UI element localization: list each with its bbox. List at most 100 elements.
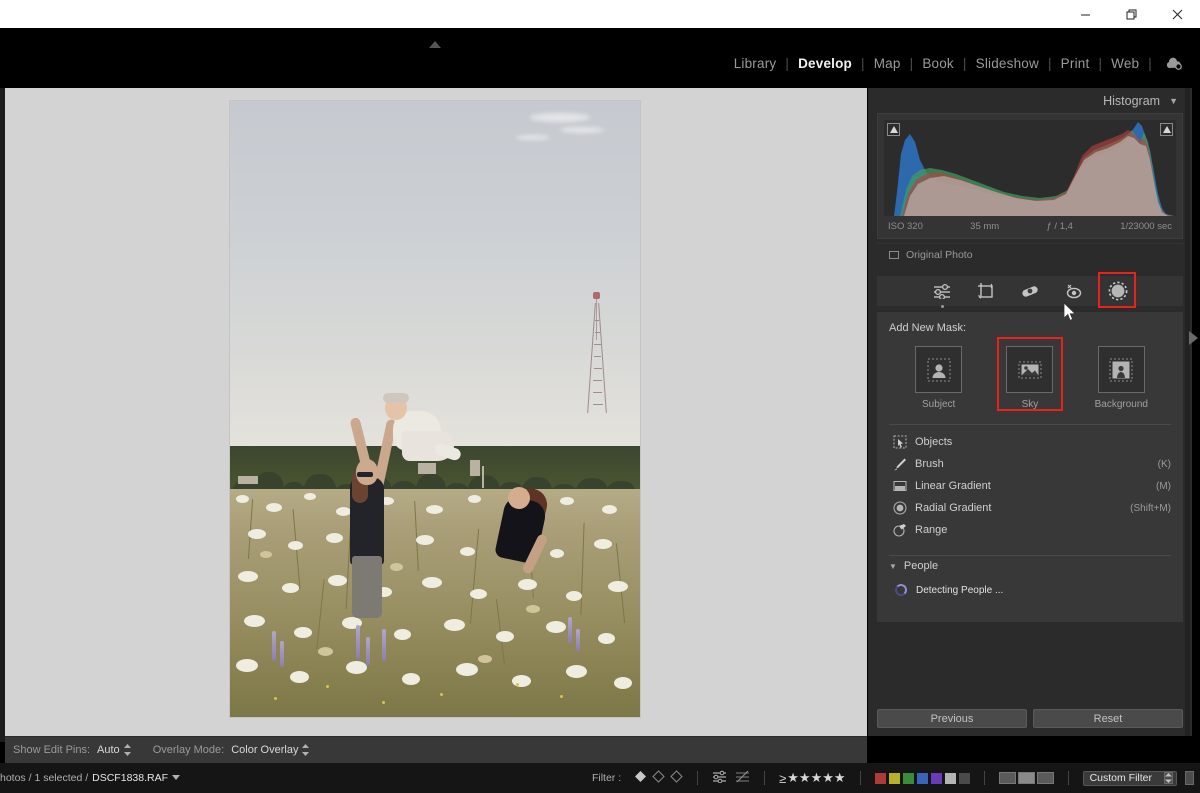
mask-preset-subject[interactable]: Subject bbox=[902, 346, 976, 410]
masking-tool-highlight-box bbox=[1098, 272, 1136, 308]
overlay-mode-value[interactable]: Color Overlay bbox=[231, 744, 298, 756]
masking-circle-icon[interactable] bbox=[1098, 272, 1136, 308]
loupe-view-icon[interactable] bbox=[1017, 772, 1035, 784]
flag-picked-icon[interactable] bbox=[634, 770, 647, 786]
module-item-slideshow[interactable]: Slideshow bbox=[967, 56, 1048, 71]
restore-icon[interactable] bbox=[1108, 0, 1154, 28]
mask-preset-row: Subject Sky Background bbox=[889, 337, 1171, 414]
mask-divider bbox=[889, 424, 1171, 425]
top-panel-collapse-icon[interactable] bbox=[429, 36, 441, 48]
flag-unflagged-icon[interactable] bbox=[652, 770, 665, 786]
reset-button[interactable]: Reset bbox=[1033, 709, 1183, 728]
radio-tower bbox=[585, 292, 609, 413]
custom-filter-dropdown[interactable]: Custom Filter bbox=[1082, 770, 1177, 786]
mask-tool-objects[interactable]: Objects bbox=[889, 431, 1171, 453]
exif-focal-length: 35 mm bbox=[970, 221, 1000, 232]
background-icon bbox=[1097, 346, 1145, 393]
compare-view-icon[interactable] bbox=[1036, 772, 1054, 784]
mask-tool-radial-gradient-label: Radial Gradient bbox=[915, 502, 992, 514]
photo-status-text: hotos / 1 selected / DSCF1838.RAF bbox=[0, 772, 180, 784]
status-filter-bar: hotos / 1 selected / DSCF1838.RAF Filter… bbox=[0, 763, 1200, 793]
rating-filter[interactable]: ≥ ★★★★★ bbox=[779, 770, 845, 786]
star-rating[interactable]: ★★★★★ bbox=[787, 770, 845, 786]
histogram-panel: ISO 320 35 mm ƒ / 1,4 1/23000 sec bbox=[877, 113, 1183, 239]
mask-tool-range-label: Range bbox=[915, 524, 948, 536]
right-panel-collapse-icon[interactable] bbox=[1189, 331, 1199, 345]
filter-divider bbox=[983, 771, 985, 785]
module-item-print[interactable]: Print bbox=[1052, 56, 1099, 71]
show-edit-pins-stepper-icon[interactable] bbox=[123, 744, 131, 756]
module-item-library[interactable]: Library bbox=[725, 56, 786, 71]
loading-spinner-icon bbox=[895, 584, 907, 596]
mask-tool-linear-gradient-shortcut: (M) bbox=[1156, 480, 1171, 492]
right-panel-scrollbar[interactable] bbox=[1185, 88, 1190, 736]
mask-tool-linear-gradient[interactable]: Linear Gradient (M) bbox=[889, 475, 1171, 497]
rectangle-icon bbox=[889, 251, 899, 259]
sliders-icon[interactable] bbox=[931, 280, 953, 308]
chevron-down-icon[interactable]: ▼ bbox=[889, 562, 897, 571]
mask-tool-brush[interactable]: Brush (K) bbox=[889, 453, 1171, 475]
histogram-graph[interactable] bbox=[884, 120, 1176, 216]
module-item-web[interactable]: Web bbox=[1102, 56, 1148, 71]
mask-tool-radial-gradient[interactable]: Radial Gradient (Shift+M) bbox=[889, 497, 1171, 519]
filename-dropdown-icon[interactable] bbox=[172, 772, 180, 784]
masking-panel: Add New Mask: Subject Sky Background Obj… bbox=[877, 312, 1183, 622]
show-edit-pins-value[interactable]: Auto bbox=[97, 744, 120, 756]
custom-filter-stepper-icon[interactable] bbox=[1164, 772, 1173, 784]
color-label-blue[interactable] bbox=[916, 772, 928, 784]
top-bar: Library | Develop | Map | Book | Slidesh… bbox=[0, 28, 1200, 88]
objects-icon bbox=[889, 435, 911, 449]
current-filename[interactable]: DSCF1838.RAF bbox=[92, 772, 168, 784]
color-label-purple[interactable] bbox=[930, 772, 942, 784]
flag-filters bbox=[634, 770, 683, 786]
mask-tool-range[interactable]: Range bbox=[889, 519, 1171, 541]
module-item-map[interactable]: Map bbox=[865, 56, 910, 71]
close-icon[interactable] bbox=[1154, 0, 1200, 28]
cloud-sync-icon[interactable] bbox=[1164, 57, 1184, 71]
edited-filter-icon[interactable] bbox=[712, 770, 727, 786]
module-item-book[interactable]: Book bbox=[913, 56, 963, 71]
exif-metadata-row: ISO 320 35 mm ƒ / 1,4 1/23000 sec bbox=[884, 216, 1176, 238]
filter-controls: Filter : ≥ ★★★★★ Custom Filter bbox=[592, 770, 1200, 786]
mask-tool-linear-gradient-label: Linear Gradient bbox=[915, 480, 991, 492]
color-label-yellow[interactable] bbox=[888, 772, 900, 784]
linear-gradient-icon bbox=[889, 479, 911, 493]
highlight-clipping-indicator[interactable] bbox=[1160, 123, 1173, 136]
filter-divider bbox=[859, 771, 861, 785]
unedited-filter-icon[interactable] bbox=[735, 770, 750, 786]
histogram-header[interactable]: Histogram ▼ bbox=[868, 88, 1192, 113]
detecting-people-label: Detecting People ... bbox=[916, 584, 1004, 596]
develop-tool-strip bbox=[877, 272, 1183, 308]
mask-preset-background[interactable]: Background bbox=[1084, 346, 1158, 410]
crop-icon[interactable] bbox=[975, 280, 997, 302]
overlay-mode-stepper-icon[interactable] bbox=[302, 744, 310, 756]
overlay-mode-label: Overlay Mode: bbox=[152, 744, 225, 756]
original-photo-label: Original Photo bbox=[906, 249, 973, 261]
photo-preview[interactable] bbox=[230, 101, 640, 717]
color-label-light-gray[interactable] bbox=[944, 772, 956, 784]
chevron-down-icon[interactable]: ▼ bbox=[1169, 96, 1178, 106]
mask-tool-brush-label: Brush bbox=[915, 458, 944, 470]
bandage-icon[interactable] bbox=[1019, 280, 1041, 302]
color-label-dark-gray[interactable] bbox=[958, 772, 970, 784]
subject-person-icon bbox=[915, 346, 963, 393]
mask-tool-brush-shortcut: (K) bbox=[1157, 458, 1171, 470]
original-photo-toggle[interactable]: Original Photo bbox=[877, 243, 1183, 267]
red-eye-icon[interactable] bbox=[1063, 280, 1085, 302]
color-label-green[interactable] bbox=[902, 772, 914, 784]
previous-button[interactable]: Previous bbox=[877, 709, 1027, 728]
flag-rejected-icon[interactable] bbox=[670, 770, 683, 786]
mouse-cursor bbox=[1063, 302, 1078, 323]
mask-preset-sky[interactable]: Sky bbox=[993, 337, 1067, 411]
module-item-develop[interactable]: Develop bbox=[789, 56, 861, 71]
color-label-filters bbox=[874, 772, 970, 784]
right-panel: Histogram ▼ ISO 320 35 mm ƒ / 1,4 1/2300… bbox=[868, 88, 1192, 736]
filter-enable-switch[interactable] bbox=[1185, 771, 1194, 785]
rating-operator[interactable]: ≥ bbox=[779, 771, 786, 786]
people-section-header[interactable]: ▼ People bbox=[889, 560, 1171, 572]
image-canvas[interactable] bbox=[5, 88, 867, 736]
shadow-clipping-indicator[interactable] bbox=[887, 123, 900, 136]
minimize-icon[interactable] bbox=[1062, 0, 1108, 28]
grid-view-icon[interactable] bbox=[998, 772, 1016, 784]
color-label-red[interactable] bbox=[874, 772, 886, 784]
